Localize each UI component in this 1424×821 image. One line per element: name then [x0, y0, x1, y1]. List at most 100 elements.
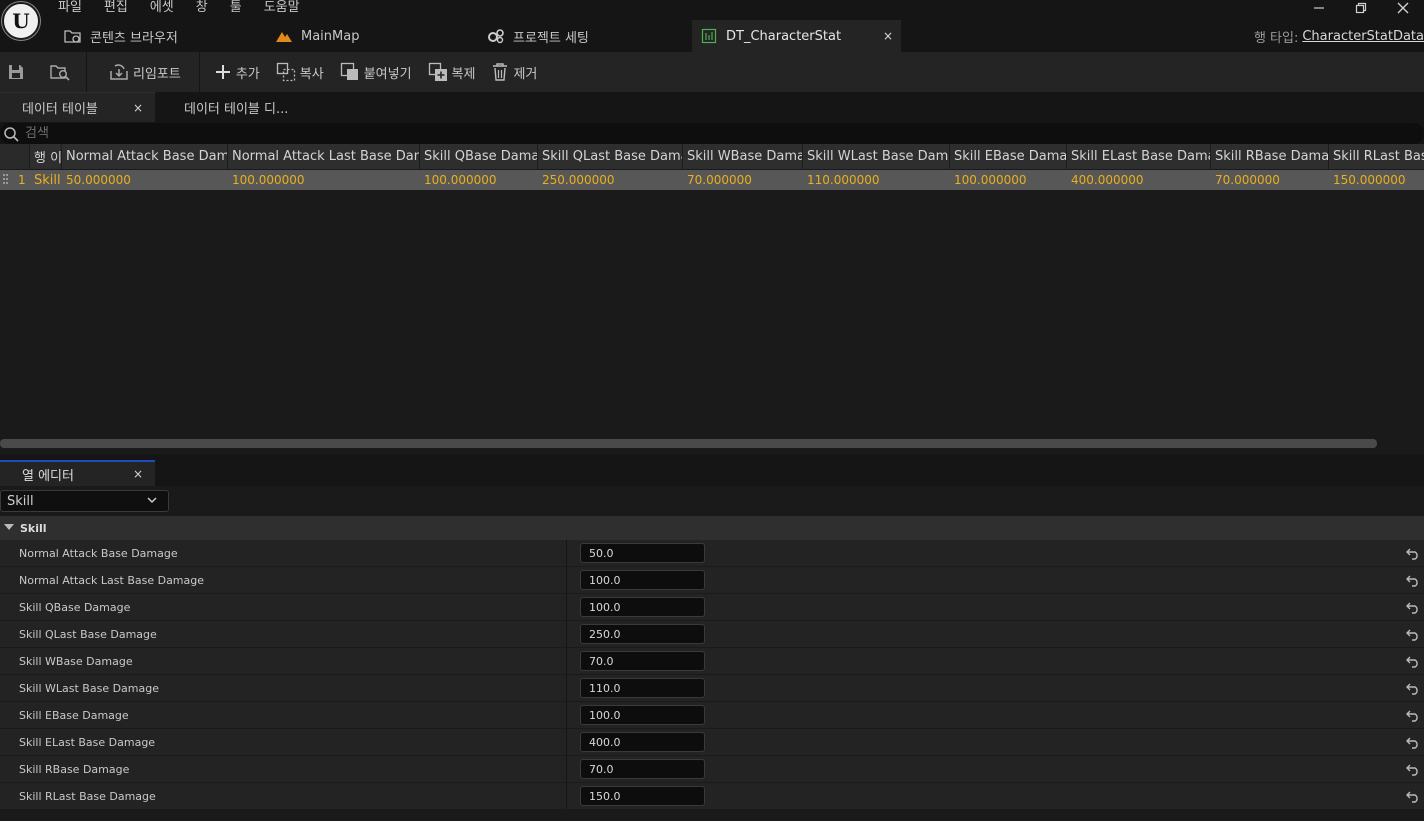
property-value-input[interactable] — [580, 624, 705, 644]
column-header[interactable]: Skill QLast Base Damage — [538, 144, 683, 169]
column-header[interactable]: Skill ELast Base Damage — [1067, 144, 1211, 169]
column-divider[interactable] — [566, 594, 567, 620]
settings-gears-icon — [487, 28, 505, 44]
close-tab-icon[interactable]: × — [133, 467, 143, 481]
table-cell: 100.000000 — [424, 173, 497, 187]
property-value-input[interactable] — [580, 705, 705, 725]
property-label: Skill ELast Base Damage — [19, 735, 156, 749]
search-bar — [0, 123, 1424, 144]
column-divider[interactable] — [566, 648, 567, 674]
reset-to-default-icon[interactable] — [1406, 654, 1420, 668]
save-icon — [9, 65, 23, 79]
toolbar-separator — [86, 52, 87, 92]
column-header[interactable]: Normal Attack Base Damage — [62, 144, 228, 169]
restore-icon[interactable] — [1340, 0, 1382, 16]
tab-column-editor[interactable]: 열 에디터 × — [0, 460, 155, 486]
property-value-input[interactable] — [580, 651, 705, 671]
reimport-icon — [110, 64, 128, 80]
close-window-icon[interactable] — [1382, 0, 1424, 16]
property-value-input[interactable] — [580, 570, 705, 590]
column-header[interactable]: Skill QBase Damage — [420, 144, 538, 169]
menu-bar: 파일 편집 에셋 창 툴 도움말 — [58, 0, 322, 16]
duplicate-button[interactable]: 복제 — [420, 56, 484, 88]
section-header-skill[interactable]: Skill — [0, 516, 1424, 540]
paste-button[interactable]: 붙여넣기 — [332, 56, 420, 88]
save-button[interactable] — [0, 56, 32, 88]
table-row[interactable]: 1 Skill 50.000000 100.000000 100.000000 … — [0, 170, 1424, 190]
menu-edit[interactable]: 편집 — [104, 0, 128, 16]
row-select-dropdown[interactable]: Skill — [0, 490, 169, 512]
column-divider[interactable] — [566, 702, 567, 728]
column-header[interactable]: Skill EBase Damage — [950, 144, 1067, 169]
column-divider[interactable] — [566, 756, 567, 782]
tab-label: 콘텐츠 브라우저 — [90, 30, 178, 46]
reset-to-default-icon[interactable] — [1406, 789, 1420, 803]
property-value-input[interactable] — [580, 786, 705, 806]
row-type-link[interactable]: CharacterStatData — [1302, 29, 1424, 44]
property-value-input[interactable] — [580, 678, 705, 698]
add-row-button[interactable]: 추가 — [206, 56, 268, 88]
property-row: Skill ELast Base Damage — [0, 729, 1424, 756]
property-label: Normal Attack Base Damage — [19, 546, 178, 560]
title-bar: U 파일 편집 에셋 창 툴 도움말 콘텐츠 브라우저 MainMap 프로젝트… — [0, 0, 1424, 52]
reset-to-default-icon[interactable] — [1406, 600, 1420, 614]
reset-to-default-icon[interactable] — [1406, 573, 1420, 587]
column-header[interactable]: Skill WBase Damage — [683, 144, 803, 169]
menu-window[interactable]: 창 — [196, 0, 208, 16]
reset-to-default-icon[interactable] — [1406, 546, 1420, 560]
tab-project-settings[interactable]: 프로젝트 세팅 — [479, 20, 692, 52]
menu-tools[interactable]: 툴 — [230, 0, 242, 16]
column-header[interactable]: Skill WLast Base Damage — [803, 144, 950, 169]
browse-folder-icon — [50, 65, 70, 81]
column-divider[interactable] — [566, 729, 567, 755]
row-index: 1 — [18, 173, 26, 187]
tab-mainmap[interactable]: MainMap — [267, 20, 479, 52]
search-input[interactable] — [25, 126, 625, 141]
column-divider[interactable] — [566, 783, 567, 809]
column-divider[interactable] — [566, 621, 567, 647]
logo-letter: U — [12, 9, 30, 33]
property-row: Normal Attack Last Base Damage — [0, 567, 1424, 594]
tab-label: 데이터 테이블 디... — [184, 101, 289, 117]
column-header[interactable]: Skill RLast Base Damage — [1329, 144, 1424, 169]
table-cell: 110.000000 — [807, 173, 880, 187]
menu-asset[interactable]: 에셋 — [150, 0, 174, 16]
trash-icon — [493, 63, 508, 81]
reset-to-default-icon[interactable] — [1406, 762, 1420, 776]
column-divider[interactable] — [566, 567, 567, 593]
column-header[interactable]: 행 이름 — [30, 144, 62, 169]
remove-button[interactable]: 제거 — [483, 56, 545, 88]
drag-handle-icon[interactable] — [0, 170, 14, 190]
reimport-button[interactable]: 리임포트 — [101, 56, 189, 88]
property-value-input[interactable] — [580, 543, 705, 563]
tab-content-browser[interactable]: 콘텐츠 브라우저 — [56, 20, 267, 52]
copy-button[interactable]: 복사 — [268, 56, 332, 88]
tab-label: 데이터 테이블 — [22, 102, 98, 117]
close-tab-icon[interactable]: × — [883, 29, 893, 43]
horizontal-scrollbar-thumb[interactable] — [0, 439, 1377, 448]
column-divider[interactable] — [566, 675, 567, 701]
reset-to-default-icon[interactable] — [1406, 681, 1420, 695]
tab-dt-characterstat[interactable]: DT_CharacterStat × — [692, 20, 901, 52]
tab-data-table[interactable]: 데이터 테이블 × — [0, 92, 155, 122]
table-cell: 50.000000 — [66, 173, 131, 187]
property-value-input[interactable] — [580, 732, 705, 752]
reset-to-default-icon[interactable] — [1406, 735, 1420, 749]
reset-to-default-icon[interactable] — [1406, 708, 1420, 722]
browse-button[interactable] — [44, 56, 76, 88]
property-label: Skill RBase Damage — [19, 762, 130, 776]
tab-label: MainMap — [301, 28, 360, 44]
unreal-logo-icon[interactable]: U — [2, 2, 40, 40]
menu-file[interactable]: 파일 — [58, 0, 82, 16]
property-value-input[interactable] — [580, 597, 705, 617]
tab-data-table-details[interactable]: 데이터 테이블 디... — [155, 92, 288, 122]
close-tab-icon[interactable]: × — [133, 101, 143, 115]
map-icon — [275, 28, 293, 44]
property-value-input[interactable] — [580, 759, 705, 779]
column-header[interactable]: Skill RBase Damage — [1211, 144, 1329, 169]
menu-help[interactable]: 도움말 — [264, 0, 300, 16]
column-header[interactable]: Normal Attack Last Base Damage — [228, 144, 420, 169]
minimize-icon[interactable] — [1298, 0, 1340, 16]
column-divider[interactable] — [566, 540, 567, 566]
reset-to-default-icon[interactable] — [1406, 627, 1420, 641]
